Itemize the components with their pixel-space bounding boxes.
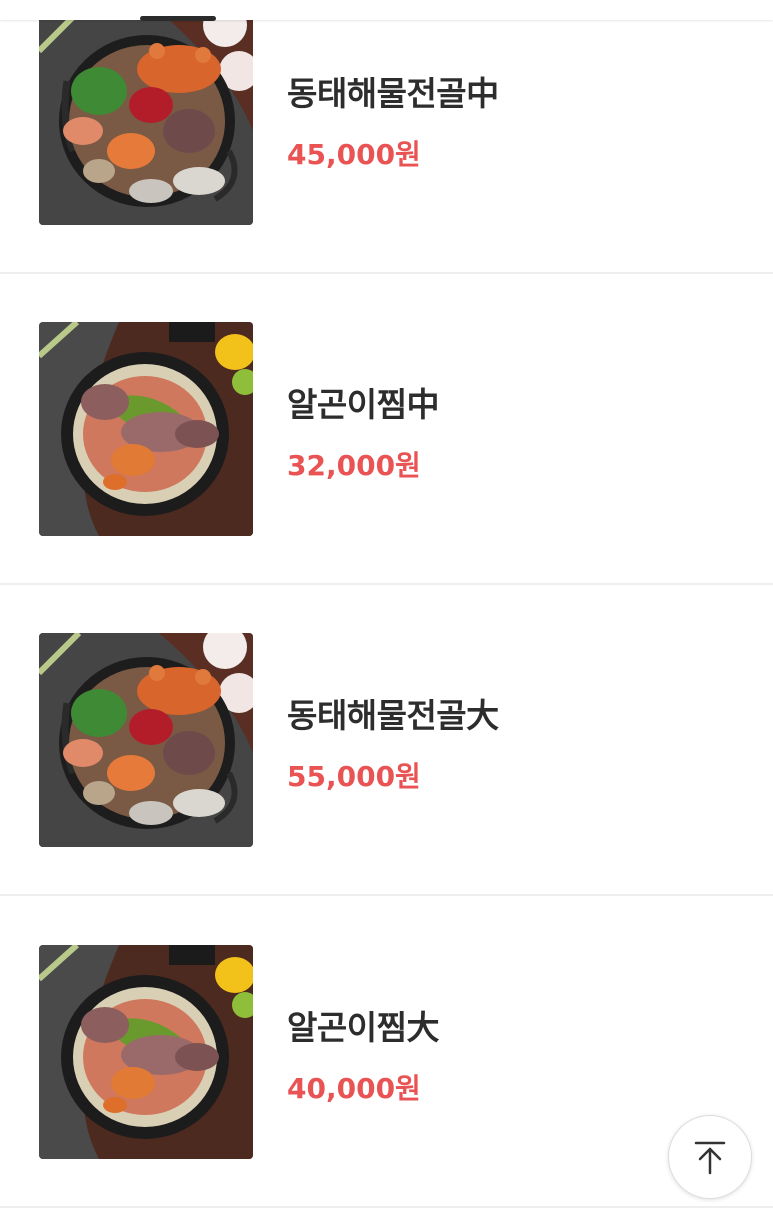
menu-item-price: 32,000원 xyxy=(287,449,421,482)
menu-item[interactable]: 동태해물전골大 55,000원 xyxy=(0,585,773,896)
menu-item-price: 40,000원 xyxy=(287,1072,421,1105)
menu-item-image xyxy=(39,633,253,847)
menu-item-image xyxy=(39,11,253,225)
arrow-up-to-top-icon xyxy=(694,1141,726,1175)
menu-item-name: 동태해물전골大 xyxy=(287,696,499,735)
menu-item-price: 45,000원 xyxy=(287,138,421,171)
menu-item-name: 알곤이찜中 xyxy=(287,385,439,424)
menu-item[interactable]: 동태해물전골中 45,000원 xyxy=(0,0,773,274)
menu-item-name: 알곤이찜大 xyxy=(287,1008,439,1047)
menu-item-price: 55,000원 xyxy=(287,760,421,793)
scroll-to-top-button[interactable] xyxy=(668,1115,752,1199)
menu-item-image xyxy=(39,322,253,536)
scroll-handle xyxy=(140,16,216,21)
menu-item-image xyxy=(39,945,253,1159)
menu-item[interactable]: 알곤이찜大 40,000원 xyxy=(0,897,773,1208)
menu-item[interactable]: 알곤이찜中 32,000원 xyxy=(0,274,773,585)
menu-item-name: 동태해물전골中 xyxy=(287,74,499,113)
top-bar xyxy=(0,0,773,21)
